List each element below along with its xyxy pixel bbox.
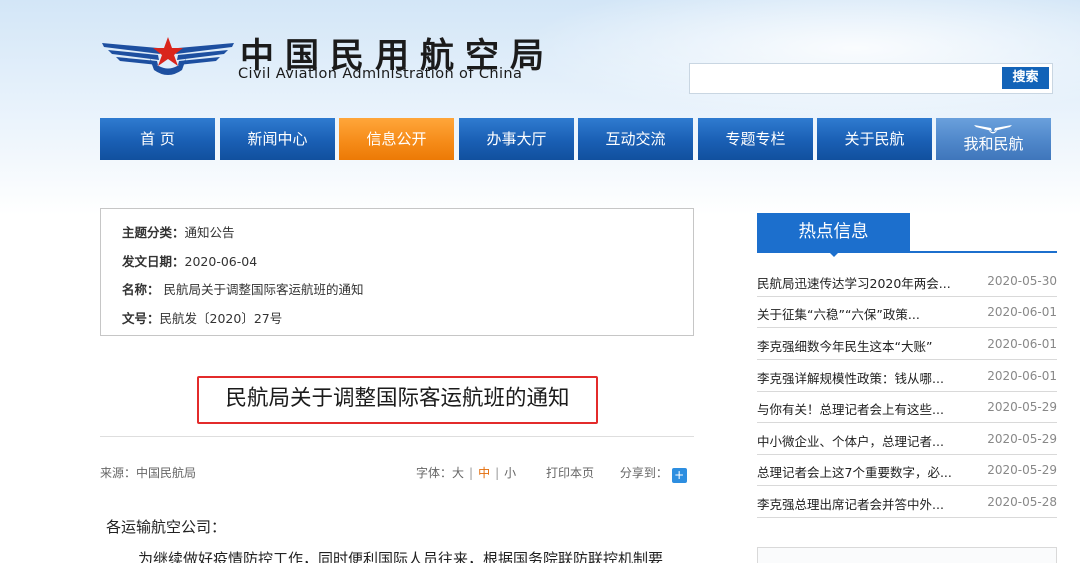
font-size-large[interactable]: 大: [452, 466, 464, 480]
hot-item-date: 2020-05-30: [987, 274, 1057, 288]
search-button[interactable]: 搜索: [1002, 67, 1049, 89]
wing-icon: [974, 125, 1012, 134]
hot-item-title[interactable]: 总理记者会上这7个重要数字，必...: [757, 462, 952, 481]
hot-item-date: 2020-06-01: [987, 337, 1057, 351]
nav-item-interaction[interactable]: 互动交流: [578, 118, 693, 160]
nav-item-info-disclosure[interactable]: 信息公开: [339, 118, 454, 160]
info-category: 主题分类：通知公告: [122, 222, 235, 241]
info-name: 名称： 民航局关于调整国际客运航班的通知: [122, 279, 364, 298]
hot-list-item[interactable]: 民航局迅速传达学习2020年两会... 2020-05-30: [757, 266, 1057, 297]
sidebar-box: [757, 547, 1057, 563]
article-greeting: 各运输航空公司：: [106, 518, 227, 536]
document-info-box: 主题分类：通知公告 发文日期：2020-06-04 名称： 民航局关于调整国际客…: [100, 208, 694, 336]
hot-info-heading[interactable]: 热点信息: [757, 213, 910, 257]
hot-item-date: 2020-05-29: [987, 400, 1057, 414]
info-category-value: 通知公告: [184, 225, 235, 240]
hot-item-date: 2020-05-28: [987, 495, 1057, 509]
font-size-medium[interactable]: 中: [478, 466, 490, 480]
hot-item-date: 2020-05-29: [987, 432, 1057, 446]
hot-list-item[interactable]: 总理记者会上这7个重要数字，必... 2020-05-29: [757, 455, 1057, 486]
search-input[interactable]: [690, 64, 1000, 93]
hot-item-title[interactable]: 中小微企业、个体户，总理记者...: [757, 431, 944, 450]
article-title: 民航局关于调整国际客运航班的通知: [225, 386, 570, 411]
share-label: 分享到：: [619, 466, 668, 480]
info-doc-label: 文号：: [122, 311, 160, 326]
hot-list-item[interactable]: 李克强细数今年民生这本“大账” 2020-06-01: [757, 329, 1057, 360]
nav-item-me-and-caac[interactable]: 我和民航: [936, 118, 1051, 160]
hot-info-rule: [757, 251, 1057, 253]
separator: |: [495, 466, 500, 480]
hot-item-title[interactable]: 关于征集“六稳”“六保”政策...: [757, 304, 920, 323]
info-name-label: 名称：: [122, 282, 160, 297]
search-box: 搜索: [689, 63, 1053, 94]
hot-item-title[interactable]: 李克强详解规模性政策：钱从哪...: [757, 368, 944, 387]
hot-list-item[interactable]: 关于征集“六稳”“六保”政策... 2020-06-01: [757, 297, 1057, 328]
divider: [100, 436, 694, 437]
print-link[interactable]: 打印本页: [546, 466, 594, 480]
share-plus-icon[interactable]: +: [671, 468, 687, 483]
hot-item-date: 2020-06-01: [987, 305, 1057, 319]
hot-item-title[interactable]: 李克强总理出席记者会并答中外...: [757, 494, 944, 513]
hot-item-title[interactable]: 李克强细数今年民生这本“大账”: [757, 336, 932, 355]
hot-list-item[interactable]: 与你有关！总理记者会上有这些... 2020-05-29: [757, 392, 1057, 423]
nav-item-news[interactable]: 新闻中心: [220, 118, 335, 160]
hot-list-item[interactable]: 李克强详解规模性政策：钱从哪... 2020-06-01: [757, 361, 1057, 392]
hot-item-title[interactable]: 与你有关！总理记者会上有这些...: [757, 399, 944, 418]
separator: |: [469, 466, 474, 480]
article-paragraph: 为继续做好疫情防控工作，同时便利国际人员往来，根据国务院联防联控机制要: [138, 550, 664, 563]
info-date: 发文日期：2020-06-04: [122, 251, 257, 270]
nav-item-home[interactable]: 首 页: [100, 118, 215, 160]
info-doc-number: 文号：民航发〔2020〕27号: [122, 308, 282, 327]
hot-item-date: 2020-05-29: [987, 463, 1057, 477]
info-name-value: 民航局关于调整国际客运航班的通知: [163, 282, 364, 297]
info-doc-value: 民航发〔2020〕27号: [159, 311, 283, 326]
font-size-label: 字体：: [416, 466, 453, 480]
site-title-en[interactable]: Civil Aviation Administration of China: [238, 66, 522, 82]
nav-item-me-and-caac-label: 我和民航: [963, 135, 1024, 153]
caac-emblem-icon[interactable]: [100, 34, 236, 78]
hot-list-item[interactable]: 中小微企业、个体户，总理记者... 2020-05-29: [757, 424, 1057, 455]
article-source: 来源：中国民航局: [100, 466, 197, 480]
nav-item-services[interactable]: 办事大厅: [459, 118, 574, 160]
nav-item-topics[interactable]: 专题专栏: [698, 118, 813, 160]
hot-item-title[interactable]: 民航局迅速传达学习2020年两会...: [757, 273, 951, 292]
info-category-label: 主题分类：: [122, 225, 185, 240]
article-tools: 字体：大 | 中 | 小 打印本页 分享到： +: [416, 464, 687, 483]
nav-item-about[interactable]: 关于民航: [817, 118, 932, 160]
font-size-small[interactable]: 小: [504, 466, 516, 480]
info-date-label: 发文日期：: [122, 254, 185, 269]
hot-item-date: 2020-06-01: [987, 369, 1057, 383]
hot-list-item[interactable]: 李克强总理出席记者会并答中外... 2020-05-28: [757, 487, 1057, 518]
info-date-value: 2020-06-04: [184, 254, 258, 269]
